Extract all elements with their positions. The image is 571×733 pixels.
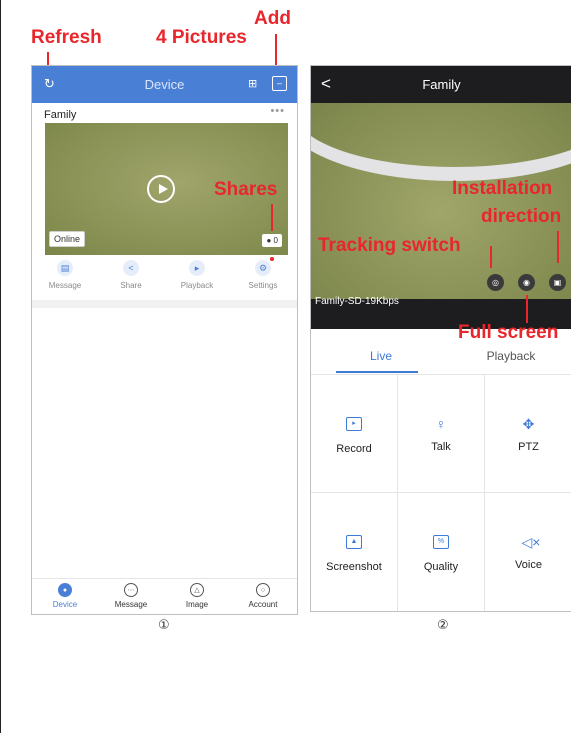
installation-leader — [557, 231, 559, 263]
device-name: Family — [44, 109, 77, 121]
nav-label: Image — [185, 600, 209, 609]
installation-direction-icon[interactable]: ▣ — [549, 274, 566, 291]
control-label: PTZ — [518, 441, 539, 453]
action-label: Playback — [180, 281, 214, 290]
device-card[interactable]: Family ••• Online ● 0 ▤ Message < Share ▸ P… — [32, 103, 297, 300]
quality-icon: % — [433, 535, 449, 549]
message-icon: ⋯ — [124, 583, 138, 597]
page-frame-left — [0, 0, 1, 733]
live-video[interactable] — [311, 103, 571, 299]
tab-live[interactable]: Live — [341, 349, 421, 363]
nav-label: Account — [248, 600, 278, 609]
status-badge: Online — [49, 231, 86, 247]
fullscreen-leader — [526, 295, 528, 323]
ceiling-lamp — [311, 103, 571, 181]
pictures-callout: 4 Pictures — [156, 27, 247, 48]
device-page-title: Device — [144, 77, 185, 92]
add-scan-icon[interactable]: – — [272, 76, 287, 91]
tab-underline — [336, 371, 418, 373]
device-actions: ▤ Message < Share ▸ Playback ⚙ Settings — [32, 257, 297, 300]
action-label: Settings — [248, 281, 278, 290]
play-icon[interactable] — [147, 175, 175, 203]
screenshot-button[interactable]: ▲ Screenshot — [311, 493, 398, 611]
action-settings[interactable]: ⚙ Settings — [230, 257, 296, 290]
screenshot-icon: ▲ — [346, 535, 362, 549]
share-icon: < — [123, 260, 139, 276]
action-message[interactable]: ▤ Message — [32, 260, 98, 290]
refresh-callout: Refresh — [31, 27, 102, 48]
device-icon: ● — [58, 583, 72, 597]
control-label: Record — [336, 443, 372, 455]
notification-dot — [270, 257, 274, 261]
nav-label: Device — [52, 600, 78, 609]
control-label: Voice — [515, 559, 542, 571]
more-icon[interactable]: ••• — [270, 105, 285, 117]
record-icon: ▸ — [346, 417, 362, 431]
ptz-icon: ✥ — [522, 416, 535, 432]
device-list-screen: ↻ Device ⊞ – Family ••• Online ● 0 ▤ Mess… — [31, 65, 298, 615]
action-label: Message — [48, 281, 82, 290]
screen-marker-1: ① — [158, 617, 170, 632]
account-icon: ○ — [256, 583, 270, 597]
speaker-mute-icon: ◁× — [521, 534, 541, 550]
live-header: < Family — [311, 66, 571, 103]
direction-callout: direction — [481, 206, 562, 227]
playback-icon: ▸ — [189, 260, 205, 276]
view-tabs: Live Playback — [311, 344, 571, 375]
device-list-empty-area — [32, 308, 297, 578]
record-button[interactable]: ▸ Record — [311, 375, 398, 493]
nav-message[interactable]: ⋯ Message — [98, 583, 164, 609]
nav-account[interactable]: ○ Account — [230, 583, 296, 609]
people-icon: ● — [266, 236, 274, 245]
control-label: Quality — [423, 561, 459, 573]
grid-4-icon[interactable]: ⊞ — [248, 77, 257, 91]
message-icon: ▤ — [57, 260, 73, 276]
tracking-leader — [490, 246, 492, 268]
action-label: Share — [120, 281, 142, 290]
nav-device[interactable]: ● Device — [32, 583, 98, 609]
control-grid: ▸ Record ♀ Talk ✥ PTZ ▲ Screenshot % Quality … — [311, 375, 571, 611]
device-header: ↻ Device ⊞ – — [32, 66, 297, 103]
tracking-switch-icon[interactable]: ◎ — [487, 274, 504, 291]
nav-label: Message — [114, 600, 148, 609]
image-icon: △ — [190, 583, 204, 597]
talk-button[interactable]: ♀ Talk — [398, 375, 485, 493]
microphone-icon: ♀ — [435, 416, 447, 432]
bottom-nav: ● Device ⋯ Message △ Image ○ Account — [32, 578, 297, 614]
shares-badge[interactable]: ● 0 — [262, 234, 282, 247]
stream-label: Family-SD-19Kbps — [315, 296, 399, 307]
shares-leader — [271, 204, 273, 231]
ptz-button[interactable]: ✥ PTZ — [485, 375, 571, 493]
live-page-title: Family — [422, 77, 461, 92]
action-playback[interactable]: ▸ Playback — [164, 260, 230, 290]
shares-count: 0 — [273, 236, 278, 245]
installation-callout: Installation — [452, 178, 553, 199]
shares-callout: Shares — [214, 179, 278, 200]
fullscreen-callout: Full screen — [458, 322, 559, 343]
control-label: Screenshot — [326, 561, 382, 573]
voice-button[interactable]: ◁× Voice — [485, 493, 571, 611]
screen-marker-2: ② — [437, 617, 449, 632]
nav-image[interactable]: △ Image — [164, 583, 230, 609]
settings-icon: ⚙ — [255, 260, 271, 276]
add-callout: Add — [254, 8, 291, 29]
tab-playback[interactable]: Playback — [461, 349, 561, 363]
control-label: Talk — [431, 441, 451, 453]
tracking-callout: Tracking switch — [318, 235, 461, 256]
action-share[interactable]: < Share — [98, 260, 164, 290]
quality-button[interactable]: % Quality — [398, 493, 485, 611]
fullscreen-icon[interactable]: ◉ — [518, 274, 535, 291]
